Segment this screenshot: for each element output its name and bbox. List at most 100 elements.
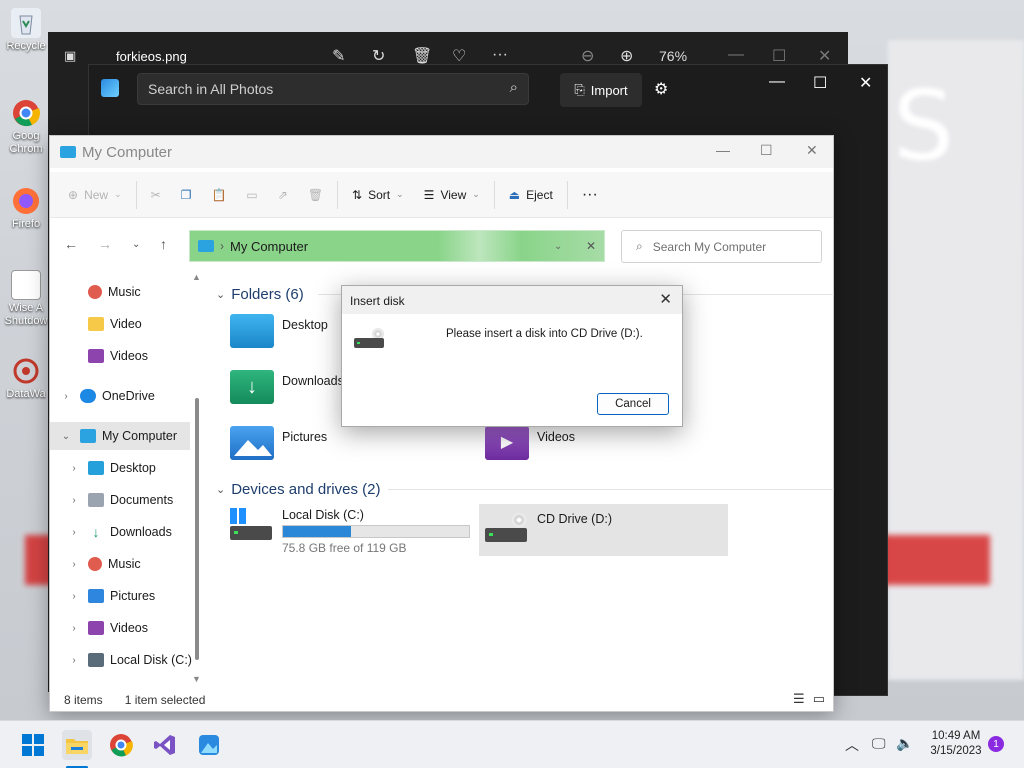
close-button[interactable]: ✕	[806, 142, 818, 159]
minimize-button[interactable]: —	[728, 46, 744, 64]
details-view-icon[interactable]: ☰	[793, 691, 805, 707]
scroll-down-icon[interactable]: ▼	[192, 674, 201, 684]
maximize-button[interactable]: ☐	[760, 142, 773, 159]
close-button[interactable]: ✕	[859, 73, 872, 93]
system-clock[interactable]: 10:49 AM 3/15/2023	[924, 729, 988, 759]
delete-icon[interactable]: 🗑	[412, 46, 432, 66]
scrollbar-thumb[interactable]	[195, 398, 199, 660]
folder-desktop[interactable]: Desktop	[230, 314, 328, 348]
folder-downloads[interactable]: ↓ Downloads	[230, 370, 344, 404]
volume-icon[interactable]: 🔈	[896, 735, 913, 752]
start-button[interactable]	[18, 730, 48, 760]
taskbar-visual-studio[interactable]	[150, 730, 180, 760]
maximize-button[interactable]: ☐	[813, 73, 827, 93]
nav-item-local-disk[interactable]: › Local Disk (C:)	[50, 646, 198, 674]
drive-cd[interactable]: CD Drive (D:)	[479, 504, 728, 556]
chevron-down-icon: ⌄	[396, 189, 404, 199]
nav-label: Music	[108, 285, 141, 299]
eject-button[interactable]: ⏏ Eject	[499, 179, 563, 211]
zoom-in-icon[interactable]: ⊕	[620, 46, 633, 66]
back-arrow-icon[interactable]: ←	[64, 236, 78, 252]
more-options-button[interactable]: ···	[572, 179, 608, 211]
clock-time: 10:49 AM	[931, 730, 981, 742]
taskbar-file-explorer[interactable]	[62, 730, 92, 760]
desktop-icon-datawave[interactable]: DataWa	[0, 356, 52, 401]
minimize-button[interactable]: —	[716, 142, 730, 158]
drive-label: Local Disk (C:)	[282, 508, 364, 522]
paste-button[interactable]: 📋	[201, 179, 236, 211]
address-bar[interactable]: › My Computer ⌄ ✕	[189, 230, 605, 262]
show-hidden-icons-chevron[interactable]: ︿	[845, 735, 859, 755]
sort-button[interactable]: ⇅ Sort ⌄	[342, 179, 414, 211]
eject-label: Eject	[526, 187, 553, 202]
close-button[interactable]: ✕	[818, 46, 831, 66]
settings-gear-icon[interactable]: ⚙	[654, 79, 668, 99]
rotate-icon[interactable]: ↻	[372, 46, 385, 66]
photos-search-placeholder: Search in All Photos	[148, 81, 274, 97]
drives-group-header[interactable]: ⌄ Devices and drives (2)	[216, 481, 380, 498]
nav-item-music-2[interactable]: › Music	[50, 550, 190, 578]
desktop-icon-wise-shutdown[interactable]: Wise A Shutdow	[0, 270, 52, 328]
edit-icon[interactable]: ✎	[332, 46, 345, 66]
chevron-right-icon: ›	[64, 390, 68, 402]
minimize-button[interactable]: —	[769, 73, 785, 91]
nav-item-pictures[interactable]: › Pictures	[50, 582, 190, 610]
search-input[interactable]: ⌕ Search My Computer	[621, 230, 822, 263]
recent-chevron-icon[interactable]: ⌄	[132, 239, 140, 250]
photos-search-input[interactable]: Search in All Photos ⌕	[137, 73, 529, 105]
nav-item-onedrive[interactable]: › OneDrive	[50, 382, 190, 410]
nav-label: Desktop	[110, 461, 156, 475]
network-icon[interactable]: 🖵	[872, 735, 886, 752]
folder-videos[interactable]: ▶ Videos	[485, 426, 575, 460]
import-button[interactable]: ⎘ Import	[560, 73, 642, 107]
copy-button[interactable]: ❐	[171, 179, 202, 211]
taskbar-chrome[interactable]	[106, 730, 136, 760]
favorite-icon[interactable]: ♡	[452, 46, 466, 66]
zoom-out-icon[interactable]: ⊖	[581, 46, 594, 66]
scroll-up-icon[interactable]: ▲	[192, 272, 201, 282]
nav-item-video[interactable]: Video	[50, 310, 190, 338]
drive-local-disk[interactable]: Local Disk (C:) 75.8 GB free of 119 GB	[230, 508, 470, 555]
windows-logo-icon	[22, 734, 44, 756]
documents-icon	[88, 493, 104, 507]
folders-group-header[interactable]: ⌄ Folders (6)	[216, 286, 304, 303]
more-icon[interactable]: ···	[492, 46, 508, 64]
notification-badge[interactable]: 1	[988, 736, 1004, 752]
nav-scrollbar[interactable]: ▲ ▼	[192, 272, 201, 684]
rename-button[interactable]: ▭	[236, 179, 267, 211]
nav-item-music[interactable]: Music	[50, 278, 190, 306]
desktop-icon-chrome[interactable]: Goog Chrom	[0, 98, 52, 156]
address-text: My Computer	[230, 238, 309, 254]
nav-item-videos[interactable]: Videos	[50, 342, 190, 370]
nav-label: Music	[108, 557, 141, 571]
forward-arrow-icon[interactable]: →	[98, 236, 112, 252]
delete-button[interactable]: 🗑	[298, 179, 333, 211]
search-icon: ⌕	[509, 79, 518, 96]
chevron-down-icon[interactable]: ⌄	[554, 241, 562, 252]
nav-item-videos-2[interactable]: › Videos	[50, 614, 190, 642]
nav-item-my-computer[interactable]: ⌄ My Computer	[50, 422, 190, 450]
share-button[interactable]: ⇗	[268, 179, 298, 211]
nav-label: Videos	[110, 621, 148, 635]
nav-item-desktop[interactable]: › Desktop	[50, 454, 190, 482]
delete-icon: 🗑	[307, 187, 324, 202]
download-arrow-icon: ↓	[92, 524, 100, 540]
nav-item-documents[interactable]: › Documents	[50, 486, 190, 514]
desktop-icon-recycle-bin[interactable]: Recycle	[0, 8, 52, 53]
view-label: View	[440, 187, 467, 202]
desktop-icon-firefox[interactable]: Firefo	[0, 186, 52, 231]
cancel-button[interactable]: Cancel	[597, 393, 669, 415]
nav-item-downloads[interactable]: › ↓ Downloads	[50, 518, 190, 546]
group-divider	[388, 489, 834, 490]
chevron-down-icon: ⌄	[216, 484, 226, 496]
maximize-button[interactable]: ☐	[772, 46, 786, 66]
cut-button[interactable]: ✂	[141, 179, 171, 211]
folder-pictures[interactable]: Pictures	[230, 426, 327, 460]
tiles-view-icon[interactable]: ▭	[813, 691, 825, 707]
up-arrow-icon[interactable]: ↑	[160, 236, 167, 252]
dialog-close-button[interactable]: ✕	[659, 290, 672, 308]
clear-icon[interactable]: ✕	[586, 239, 596, 253]
taskbar-photos[interactable]	[194, 730, 224, 760]
new-button[interactable]: ⊕ New ⌄	[58, 179, 132, 211]
view-button[interactable]: ☰ View ⌄	[414, 179, 490, 211]
